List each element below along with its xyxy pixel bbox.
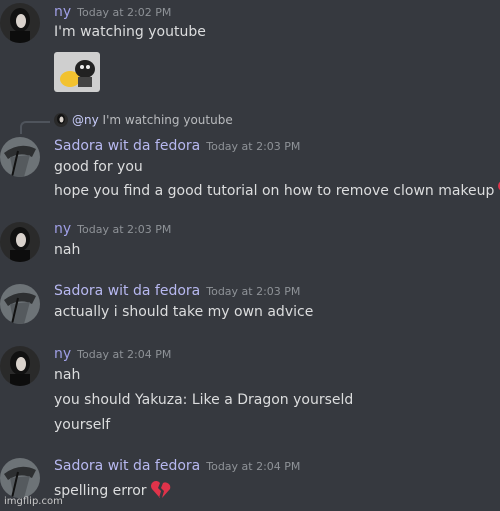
- message-text: you should Yakuza: Like a Dragon yoursel…: [54, 392, 354, 408]
- reply-preview[interactable]: @ny I'm watching youtube: [54, 113, 233, 127]
- message-header: Sadora wit da fedora Today at 2:03 PM: [54, 137, 300, 156]
- message-header: Sadora wit da fedora Today at 2:03 PM: [54, 282, 300, 301]
- chat-log: ny Today at 2:02 PM I'm watching youtube: [0, 0, 500, 511]
- message-text-line: spelling error: [54, 479, 172, 504]
- sadora-avatar[interactable]: [0, 284, 40, 324]
- ny-avatar[interactable]: [0, 346, 40, 386]
- message-text-line: hope you find a good tutorial on how to …: [54, 179, 500, 204]
- timestamp: Today at 2:04 PM: [77, 348, 172, 361]
- image-attachment[interactable]: [54, 52, 100, 92]
- message-header: ny Today at 2:04 PM: [54, 345, 171, 364]
- broken-heart-icon: [150, 479, 172, 504]
- message-text: nah: [54, 242, 81, 258]
- message-text: good for you: [54, 159, 143, 175]
- message-header: ny Today at 2:02 PM: [54, 3, 171, 22]
- message-text: actually i should take my own advice: [54, 304, 314, 320]
- author-name[interactable]: ny: [54, 4, 71, 20]
- author-name[interactable]: ny: [54, 221, 71, 237]
- message-text: I'm watching youtube: [54, 24, 206, 40]
- author-name[interactable]: Sadora wit da fedora: [54, 138, 200, 154]
- message-text: spelling error: [54, 483, 147, 499]
- sadora-avatar[interactable]: [0, 458, 40, 498]
- author-name[interactable]: Sadora wit da fedora: [54, 458, 200, 474]
- author-name[interactable]: ny: [54, 346, 71, 362]
- timestamp: Today at 2:03 PM: [206, 285, 301, 298]
- ny-avatar[interactable]: [0, 3, 40, 43]
- timestamp: Today at 2:03 PM: [77, 223, 172, 236]
- watermark: imgflip.com: [4, 496, 63, 507]
- ny-avatar[interactable]: [0, 222, 40, 262]
- reply-text: I'm watching youtube: [102, 113, 233, 127]
- reply-connector: [20, 121, 50, 134]
- message-header: Sadora wit da fedora Today at 2:04 PM: [54, 457, 300, 476]
- reply-mention[interactable]: @ny: [72, 113, 99, 127]
- message-text: hope you find a good tutorial on how to …: [54, 183, 495, 199]
- timestamp: Today at 2:02 PM: [77, 6, 172, 19]
- message-header: ny Today at 2:03 PM: [54, 220, 171, 239]
- author-name[interactable]: Sadora wit da fedora: [54, 283, 200, 299]
- sadora-avatar[interactable]: [0, 137, 40, 177]
- message-text: nah: [54, 367, 81, 383]
- timestamp: Today at 2:04 PM: [206, 460, 301, 473]
- message-text: yourself: [54, 417, 111, 433]
- timestamp: Today at 2:03 PM: [206, 140, 301, 153]
- reply-avatar: [54, 113, 68, 127]
